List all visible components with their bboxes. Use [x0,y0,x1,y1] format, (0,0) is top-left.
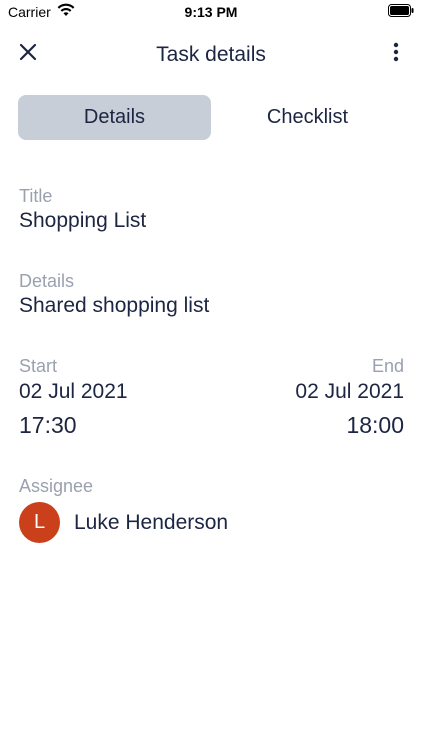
tab-bar: Details Checklist [18,95,404,140]
more-options-button[interactable] [382,40,410,68]
assignee-name: Luke Henderson [74,510,229,534]
tab-details[interactable]: Details [18,95,211,140]
end-block: End 02 Jul 2021 18:00 [295,356,404,439]
assignee-label: Assignee [19,476,94,496]
status-time: 9:13 PM [184,4,238,20]
title-field: Title Shopping List [19,186,404,233]
assignee-row[interactable]: L Luke Henderson [19,502,404,543]
start-label: Start [19,356,58,376]
avatar: L [19,502,60,543]
start-block: Start 02 Jul 2021 17:30 [19,356,128,439]
end-label: End [371,356,404,376]
more-vertical-icon [393,42,399,67]
start-time: 17:30 [19,412,77,438]
page-title: Task details [156,43,266,66]
battery-icon [388,4,414,17]
details-value: Shared shopping list [19,294,210,317]
details-field: Details Shared shopping list [19,271,404,318]
nav-bar: Task details [0,30,422,80]
title-value: Shopping List [19,209,147,232]
start-date: 02 Jul 2021 [19,380,128,403]
details-label: Details [19,271,75,291]
end-time: 18:00 [346,412,404,438]
assignee-field: Assignee L Luke Henderson [19,476,404,543]
title-label: Title [19,186,53,206]
end-date: 02 Jul 2021 [295,380,404,403]
tab-checklist[interactable]: Checklist [211,95,404,140]
status-bar: Carrier 9:13 PM [0,0,422,24]
date-range: Start 02 Jul 2021 17:30 End 02 Jul 2021 … [19,356,404,439]
